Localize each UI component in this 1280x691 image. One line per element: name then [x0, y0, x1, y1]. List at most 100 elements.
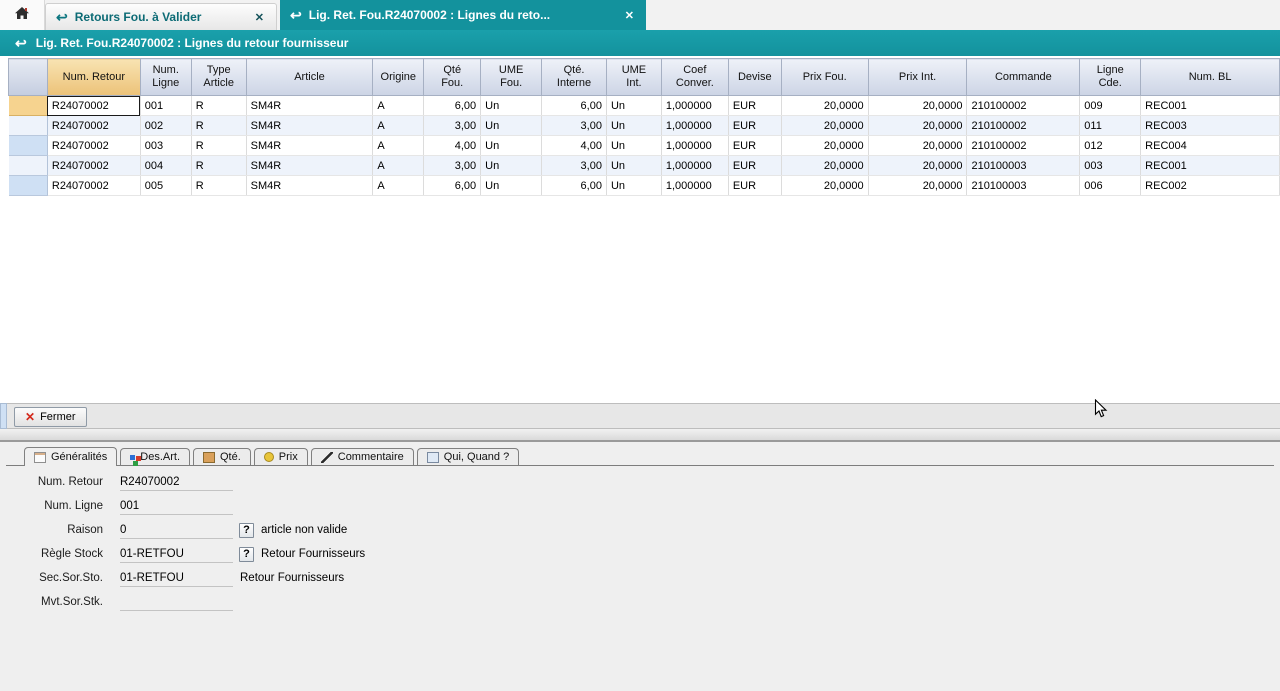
- cell[interactable]: 005: [140, 176, 191, 196]
- cell[interactable]: REC001: [1141, 96, 1280, 116]
- cell[interactable]: SM4R: [246, 176, 373, 196]
- cell[interactable]: Un: [606, 156, 661, 176]
- cell[interactable]: R: [191, 96, 246, 116]
- cell[interactable]: R24070002: [47, 116, 140, 136]
- cell[interactable]: 20,0000: [868, 156, 967, 176]
- cell[interactable]: 6,00: [424, 176, 481, 196]
- field-value[interactable]: 001: [120, 498, 233, 515]
- tab-generalites[interactable]: Généralités: [24, 447, 117, 466]
- column-header[interactable]: UME Int.: [606, 59, 661, 96]
- cell[interactable]: 20,0000: [868, 136, 967, 156]
- cell[interactable]: EUR: [728, 116, 781, 136]
- cell[interactable]: 3,00: [424, 156, 481, 176]
- column-header[interactable]: Commande: [967, 59, 1080, 96]
- field-value[interactable]: 01-RETFOU: [120, 546, 233, 563]
- cell[interactable]: 4,00: [542, 136, 607, 156]
- cell[interactable]: SM4R: [246, 96, 373, 116]
- cell[interactable]: 012: [1080, 136, 1141, 156]
- cell[interactable]: 210100002: [967, 136, 1080, 156]
- cell[interactable]: 20,0000: [781, 136, 868, 156]
- tab-retours-a-valider[interactable]: ↩ Retours Fou. à Valider ✕: [45, 3, 277, 30]
- cell[interactable]: 20,0000: [781, 156, 868, 176]
- cell[interactable]: 20,0000: [781, 176, 868, 196]
- tab-prix[interactable]: Prix: [254, 448, 308, 465]
- cell[interactable]: 20,0000: [868, 116, 967, 136]
- cell[interactable]: 1,000000: [661, 156, 728, 176]
- tab-qte[interactable]: Qté.: [193, 448, 251, 465]
- cell[interactable]: 009: [1080, 96, 1141, 116]
- cell[interactable]: 20,0000: [868, 176, 967, 196]
- fermer-button[interactable]: ✕ Fermer: [14, 407, 87, 427]
- cell[interactable]: SM4R: [246, 136, 373, 156]
- cell[interactable]: A: [373, 176, 424, 196]
- cell[interactable]: A: [373, 116, 424, 136]
- tab-des-art[interactable]: Des.Art.: [120, 448, 190, 465]
- cell[interactable]: 003: [1080, 156, 1141, 176]
- cell[interactable]: EUR: [728, 136, 781, 156]
- cell[interactable]: 3,00: [424, 116, 481, 136]
- column-header[interactable]: Coef Conver.: [661, 59, 728, 96]
- row-selector[interactable]: [9, 176, 48, 196]
- column-header[interactable]: Num. Retour: [47, 59, 140, 96]
- cell[interactable]: EUR: [728, 156, 781, 176]
- column-header[interactable]: Num. BL: [1141, 59, 1280, 96]
- column-header[interactable]: Ligne Cde.: [1080, 59, 1141, 96]
- close-icon[interactable]: ✕: [253, 11, 266, 24]
- column-header[interactable]: Type Article: [191, 59, 246, 96]
- field-value[interactable]: 0: [120, 522, 233, 539]
- cell[interactable]: R24070002: [47, 176, 140, 196]
- cell[interactable]: 001: [140, 96, 191, 116]
- cell[interactable]: R24070002: [47, 156, 140, 176]
- cell[interactable]: R24070002: [47, 96, 140, 116]
- column-header[interactable]: Num. Ligne: [140, 59, 191, 96]
- cell[interactable]: 210100003: [967, 156, 1080, 176]
- row-selector[interactable]: [9, 136, 48, 156]
- column-header[interactable]: Qté Fou.: [424, 59, 481, 96]
- column-header[interactable]: UME Fou.: [481, 59, 542, 96]
- row-selector[interactable]: [9, 96, 48, 116]
- cell[interactable]: Un: [606, 136, 661, 156]
- column-header[interactable]: Prix Fou.: [781, 59, 868, 96]
- row-selector[interactable]: [9, 156, 48, 176]
- cell[interactable]: R: [191, 116, 246, 136]
- cell[interactable]: 004: [140, 156, 191, 176]
- cell[interactable]: REC001: [1141, 156, 1280, 176]
- cell[interactable]: 006: [1080, 176, 1141, 196]
- cell[interactable]: Un: [606, 96, 661, 116]
- cell[interactable]: 20,0000: [868, 96, 967, 116]
- tab-lignes-retour[interactable]: ↩ Lig. Ret. Fou.R24070002 : Lignes du re…: [280, 0, 646, 30]
- cell[interactable]: Un: [606, 176, 661, 196]
- cell[interactable]: 210100002: [967, 116, 1080, 136]
- cell[interactable]: A: [373, 156, 424, 176]
- field-value[interactable]: R24070002: [120, 474, 233, 491]
- cell[interactable]: SM4R: [246, 116, 373, 136]
- cell[interactable]: Un: [481, 96, 542, 116]
- cell[interactable]: 210100002: [967, 96, 1080, 116]
- cell[interactable]: Un: [481, 176, 542, 196]
- cell[interactable]: 1,000000: [661, 136, 728, 156]
- cell[interactable]: 011: [1080, 116, 1141, 136]
- tab-commentaire[interactable]: Commentaire: [311, 448, 414, 465]
- cell[interactable]: REC004: [1141, 136, 1280, 156]
- cell[interactable]: 1,000000: [661, 116, 728, 136]
- cell[interactable]: 1,000000: [661, 96, 728, 116]
- cell[interactable]: A: [373, 96, 424, 116]
- tab-home[interactable]: [0, 0, 45, 30]
- column-header[interactable]: Devise: [728, 59, 781, 96]
- cell[interactable]: EUR: [728, 96, 781, 116]
- row-selector[interactable]: [9, 116, 48, 136]
- cell[interactable]: 20,0000: [781, 116, 868, 136]
- cell[interactable]: 003: [140, 136, 191, 156]
- cell[interactable]: Un: [481, 116, 542, 136]
- close-icon[interactable]: ✕: [623, 9, 636, 22]
- field-value[interactable]: [120, 594, 233, 611]
- column-header[interactable]: Origine: [373, 59, 424, 96]
- cell[interactable]: REC003: [1141, 116, 1280, 136]
- cell[interactable]: 6,00: [424, 96, 481, 116]
- column-header[interactable]: Article: [246, 59, 373, 96]
- cell[interactable]: REC002: [1141, 176, 1280, 196]
- cell[interactable]: 6,00: [542, 96, 607, 116]
- cell[interactable]: 3,00: [542, 116, 607, 136]
- help-lookup-button[interactable]: ?: [239, 547, 254, 562]
- tab-qui-quand[interactable]: Qui, Quand ?: [417, 448, 519, 465]
